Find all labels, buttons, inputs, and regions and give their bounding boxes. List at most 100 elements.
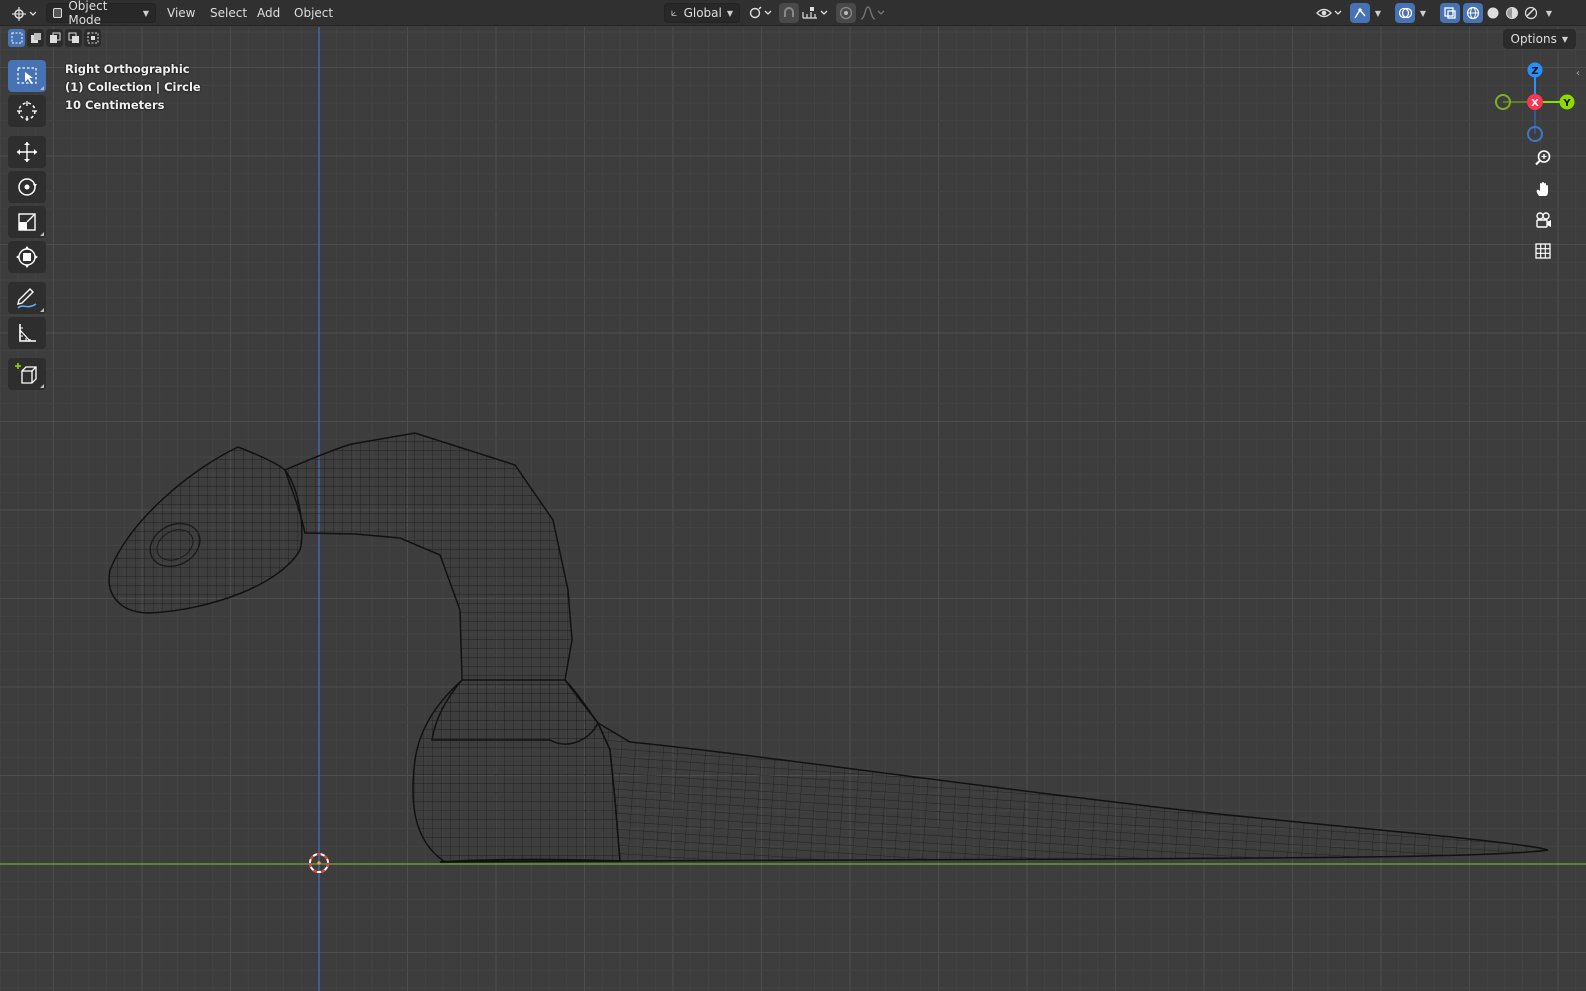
overlays-icon [1398,7,1412,19]
menu-select[interactable]: Select [203,3,254,23]
annotate-pencil-icon [17,288,37,309]
tool-scale[interactable] [8,206,46,238]
gizmo-y[interactable]: Y [1559,94,1575,110]
shading-wireframe-button[interactable] [1463,3,1483,23]
material-sphere-icon [1506,7,1518,19]
mode-dropdown[interactable]: Object Mode ▼ [46,0,156,27]
editor-type-button[interactable] [8,3,40,23]
shading-dropdown[interactable]: ▼ [1542,3,1556,23]
select-new-button[interactable] [8,29,25,47]
options-label: Options [1510,32,1557,46]
chevron-down-icon: ▼ [142,8,149,18]
orientation-label: Global [683,6,722,20]
proportional-editing-toggle[interactable] [836,3,856,23]
pan-button[interactable] [1530,176,1556,202]
sidebar-toggle-chevron-icon[interactable]: ‹ [1576,68,1580,79]
gizmo-z[interactable]: Z [1527,62,1543,78]
snap-target-dropdown[interactable] [800,3,830,23]
chevron-down-icon: ▼ [1419,8,1427,18]
select-invert-button[interactable] [65,29,82,47]
tool-transform[interactable] [8,241,46,273]
chevron-down-icon: ▼ [1374,8,1382,18]
mode-label: Object Mode [68,0,108,27]
xray-toggle[interactable] [1440,3,1460,23]
gizmo-x[interactable]: X [1527,94,1543,110]
shading-solid-button[interactable] [1483,3,1503,23]
camera-view-button[interactable] [1530,207,1556,233]
rendered-sphere-icon [1524,6,1538,20]
select-subtract-button[interactable] [46,29,63,47]
shading-rendered-button[interactable] [1521,3,1541,23]
options-dropdown[interactable]: Options ▼ [1502,29,1576,49]
gizmo-toggle[interactable] [1350,3,1370,23]
overlays-toggle[interactable] [1395,3,1415,23]
pivot-point-icon [749,6,772,19]
falloff-curve-icon [860,6,885,20]
editor-type-icon [12,7,36,21]
move-icon [17,142,37,162]
mesh-head [108,446,303,614]
mesh-body [412,679,621,863]
menu-add[interactable]: Add [250,3,287,23]
menu-object[interactable]: Object [287,3,340,23]
svg-text:Z: Z [1531,66,1538,77]
menu-view[interactable]: View [160,3,202,23]
tool-shelf [8,60,46,393]
proportional-editing-icon [839,6,853,20]
pivot-point-button[interactable] [745,3,775,23]
zoom-button[interactable] [1530,145,1556,171]
object-mode-icon [53,8,63,18]
select-intersect-icon [87,32,98,44]
select-new-icon [11,32,22,44]
tool-measure[interactable] [8,317,46,349]
eye-icon [1316,8,1342,18]
svg-text:X: X [1531,98,1539,109]
rotate-icon [18,178,37,196]
gizmo-dropdown[interactable]: ▼ [1371,3,1385,23]
mesh-tail [596,721,1549,862]
select-invert-icon [68,32,79,43]
gizmo-icon [1354,8,1366,19]
magnet-icon [784,7,794,17]
tool-move[interactable] [8,136,46,168]
orientation-axes-icon [671,10,677,16]
grid-scale: 10 Centimeters [65,98,165,112]
camera-icon [1536,212,1551,228]
select-extend-icon [30,33,41,43]
chevron-down-icon: ▼ [1545,8,1553,18]
measure-ruler-icon [19,324,36,342]
tool-rotate[interactable] [8,171,46,203]
navigation-gizmo[interactable]: Z Y X [1494,60,1584,150]
shading-material-button[interactable] [1502,3,1522,23]
snap-increment-icon [802,7,828,19]
transform-orientation-dropdown[interactable]: Global ▼ [664,3,740,23]
perspective-toggle-button[interactable] [1530,238,1556,264]
cursor-icon [17,101,37,121]
wireframe-mesh[interactable] [108,432,1549,863]
viewport-canvas[interactable] [0,27,1586,991]
snap-toggle[interactable] [779,3,799,23]
solid-sphere-icon [1487,7,1499,19]
select-intersect-button[interactable] [84,29,101,47]
overlays-dropdown[interactable]: ▼ [1416,3,1430,23]
hand-icon [1536,182,1548,196]
selection-mode-group [8,29,101,49]
tool-add-cube[interactable] [8,358,46,390]
select-box-icon [17,67,37,84]
zoom-magnifier-icon [1535,150,1551,166]
view-name: Right Orthographic [65,62,190,76]
tool-cursor[interactable] [8,95,46,127]
select-extend-button[interactable] [27,29,44,47]
viewport-info: Right Orthographic (1) Collection | Circ… [65,60,201,114]
visibility-dropdown[interactable] [1314,3,1346,23]
xray-icon [1444,7,1456,19]
grid-icon [1535,243,1551,259]
collection-info: (1) Collection | Circle [65,80,201,94]
chevron-down-icon: ▼ [726,8,733,18]
svg-text:Y: Y [1562,98,1571,109]
falloff-dropdown[interactable] [858,3,888,23]
wireframe-sphere-icon [1466,6,1480,20]
tool-annotate[interactable] [8,282,46,314]
tool-select-box[interactable] [8,60,46,92]
scale-icon [18,213,36,231]
